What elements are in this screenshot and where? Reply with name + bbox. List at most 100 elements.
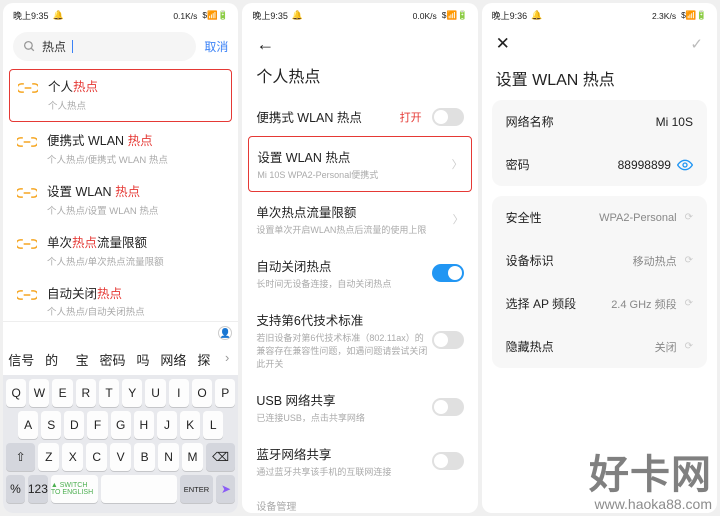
eye-icon[interactable] bbox=[677, 157, 693, 173]
candidate-bar: 信号的宝密码吗网络探› bbox=[3, 344, 238, 375]
row-title: 单次热点流量限额 bbox=[256, 202, 452, 221]
config-row[interactable]: 安全性WPA2-Personal⟳ bbox=[492, 196, 707, 239]
chevron-right-icon: 〉 bbox=[452, 156, 463, 172]
key-a[interactable]: A bbox=[18, 411, 38, 439]
keyboard-hint-icon[interactable]: 👤 bbox=[218, 326, 232, 340]
key-k[interactable]: K bbox=[180, 411, 200, 439]
link-icon bbox=[17, 237, 37, 251]
config-row[interactable]: 选择 AP 频段 2.4 GHz 频段⟳ bbox=[492, 282, 707, 325]
key-s[interactable]: S bbox=[41, 411, 61, 439]
search-result-item[interactable]: 自动关闭热点个人热点/自动关闭热点 bbox=[9, 277, 232, 322]
cancel-button[interactable]: 取消 bbox=[204, 38, 228, 55]
settings-row[interactable]: 设置 WLAN 热点Mi 10S WPA2-Personal便携式〉 bbox=[248, 136, 471, 192]
result-title: 单次热点流量限额 bbox=[47, 235, 224, 252]
key-v[interactable]: V bbox=[110, 443, 131, 471]
result-path: 个人热点/设置 WLAN 热点 bbox=[47, 203, 224, 217]
key-enter[interactable]: ENTER bbox=[180, 475, 214, 503]
search-input[interactable]: 热点 bbox=[13, 32, 196, 61]
key-h[interactable]: H bbox=[134, 411, 154, 439]
row-label: 网络名称 bbox=[506, 113, 554, 130]
status-bar: 晚上9:35🔔 0.0K/s$📶🔋 bbox=[242, 3, 477, 26]
candidate[interactable]: 的 bbox=[37, 350, 65, 369]
key-space[interactable] bbox=[101, 475, 176, 503]
key-sym[interactable]: % bbox=[6, 475, 25, 503]
toggle[interactable] bbox=[432, 331, 464, 349]
link-icon bbox=[17, 135, 37, 149]
settings-row[interactable]: 支持第6代技术标准若旧设备对第6代技术标准（802.11ax）的兼容存在兼容性问… bbox=[248, 300, 471, 380]
config-row[interactable]: 网络名称Mi 10S bbox=[492, 100, 707, 143]
chevron-icon: ⟳ bbox=[685, 341, 693, 352]
candidate-more[interactable]: › bbox=[220, 350, 234, 369]
key-backspace[interactable]: ⌫ bbox=[206, 443, 235, 471]
key-123[interactable]: 123 bbox=[28, 475, 48, 503]
row-value: 2.4 GHz 频段⟳ bbox=[611, 296, 693, 312]
section-label: 设备管理 bbox=[248, 488, 471, 513]
key-d[interactable]: D bbox=[64, 411, 84, 439]
close-button[interactable]: ✕ bbox=[496, 34, 510, 54]
row-label: 安全性 bbox=[506, 209, 542, 226]
key-c[interactable]: C bbox=[86, 443, 107, 471]
candidate[interactable]: 密码 bbox=[98, 350, 126, 369]
key-n[interactable]: N bbox=[158, 443, 179, 471]
row-title: 支持第6代技术标准 bbox=[256, 310, 431, 329]
card-advanced: 安全性WPA2-Personal⟳设备标识移动热点⟳ 选择 AP 频段 2.4 GH… bbox=[492, 196, 707, 368]
settings-row[interactable]: USB 网络共享已连接USB，点击共享网络 bbox=[248, 380, 471, 434]
candidate[interactable]: 信号 bbox=[7, 350, 35, 369]
key-r[interactable]: R bbox=[76, 379, 96, 407]
keyboard: QWERTYUIOP ASDFGHJKL ⇧ZXCVBNM⌫ % 123 ▲ S… bbox=[3, 375, 238, 513]
row-subtitle: Mi 10S WPA2-Personal便携式 bbox=[257, 168, 451, 181]
confirm-button[interactable]: ✓ bbox=[690, 35, 703, 53]
key-t[interactable]: T bbox=[99, 379, 119, 407]
config-row[interactable]: 设备标识移动热点⟳ bbox=[492, 239, 707, 282]
result-path: 个人热点/便携式 WLAN 热点 bbox=[47, 152, 224, 166]
config-row[interactable]: 密码88998899 bbox=[492, 143, 707, 186]
status-bar: 晚上9:35🔔 0.1K/s$📶🔋 bbox=[3, 3, 238, 26]
toggle[interactable] bbox=[432, 108, 464, 126]
candidate[interactable]: 宝 bbox=[68, 350, 96, 369]
candidate[interactable]: 吗 bbox=[129, 350, 157, 369]
row-label: 隐藏热点 bbox=[506, 338, 554, 355]
key-switch-lang[interactable]: ▲ SWITCH TO ENGLISH bbox=[51, 475, 98, 503]
key-g[interactable]: G bbox=[111, 411, 131, 439]
settings-list: 便携式 WLAN 热点打开设置 WLAN 热点Mi 10S WPA2-Perso… bbox=[242, 97, 477, 513]
back-button[interactable]: ← bbox=[256, 34, 463, 55]
key-j[interactable]: J bbox=[157, 411, 177, 439]
config-row[interactable]: 隐藏热点关闭⟳ bbox=[492, 325, 707, 368]
candidate[interactable]: 网络 bbox=[159, 350, 187, 369]
search-result-item[interactable]: 单次热点流量限额个人热点/单次热点流量限额 bbox=[9, 226, 232, 277]
key-o[interactable]: O bbox=[192, 379, 212, 407]
toggle[interactable] bbox=[432, 452, 464, 470]
settings-row[interactable]: 自动关闭热点长时间无设备连接，自动关闭热点 bbox=[248, 246, 471, 300]
key-m[interactable]: M bbox=[182, 443, 203, 471]
key-z[interactable]: Z bbox=[38, 443, 59, 471]
key-e[interactable]: E bbox=[52, 379, 72, 407]
key-p[interactable]: P bbox=[215, 379, 235, 407]
row-subtitle: 通过蓝牙共享该手机的互联网连接 bbox=[256, 465, 431, 478]
search-result-item[interactable]: 个人热点个人热点 bbox=[9, 69, 232, 122]
key-u[interactable]: U bbox=[145, 379, 165, 407]
candidate[interactable]: 探 bbox=[190, 350, 218, 369]
result-path: 个人热点 bbox=[48, 98, 223, 112]
toggle[interactable] bbox=[432, 264, 464, 282]
key-w[interactable]: W bbox=[29, 379, 49, 407]
result-title: 个人热点 bbox=[48, 79, 223, 96]
result-path: 个人热点/单次热点流量限额 bbox=[47, 254, 224, 268]
search-result-item[interactable]: 设置 WLAN 热点个人热点/设置 WLAN 热点 bbox=[9, 175, 232, 226]
key-l[interactable]: L bbox=[203, 411, 223, 439]
key-y[interactable]: Y bbox=[122, 379, 142, 407]
key-b[interactable]: B bbox=[134, 443, 155, 471]
search-result-item[interactable]: 便携式 WLAN 热点个人热点/便携式 WLAN 热点 bbox=[9, 124, 232, 175]
key-shift[interactable]: ⇧ bbox=[6, 443, 35, 471]
toggle[interactable] bbox=[432, 398, 464, 416]
chevron-icon: ⟳ bbox=[685, 255, 693, 266]
key-f[interactable]: F bbox=[87, 411, 107, 439]
key-i[interactable]: I bbox=[169, 379, 189, 407]
settings-row[interactable]: 蓝牙网络共享通过蓝牙共享该手机的互联网连接 bbox=[248, 434, 471, 488]
status-bar: 晚上9:36🔔 2.3K/s$📶🔋 bbox=[482, 3, 717, 26]
settings-row[interactable]: 便携式 WLAN 热点打开 bbox=[248, 97, 471, 136]
key-x[interactable]: X bbox=[62, 443, 83, 471]
row-label: 选择 AP 频段 bbox=[506, 295, 576, 312]
settings-row[interactable]: 单次热点流量限额设置单次开启WLAN热点后流量的使用上限〉 bbox=[248, 192, 471, 246]
key-q[interactable]: Q bbox=[6, 379, 26, 407]
key-send[interactable]: ➤ bbox=[216, 475, 235, 503]
